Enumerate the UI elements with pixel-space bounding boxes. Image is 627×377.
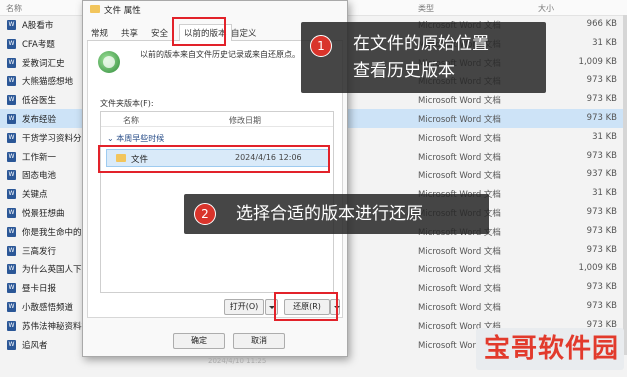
site-watermark: 宝哥软件园 xyxy=(476,328,624,370)
file-name: 固态电池 xyxy=(22,171,57,182)
word-document-icon: W xyxy=(7,301,16,312)
dialog-titlebar[interactable]: 文件 属性 xyxy=(83,1,347,17)
file-type: Microsoft Word 文档 xyxy=(418,284,501,295)
file-size: 1,009 KB xyxy=(578,263,617,274)
word-document-icon: W xyxy=(7,320,16,331)
file-name: A股看市 xyxy=(22,21,54,31)
file-name: 追风者 xyxy=(22,340,48,351)
step-1-line-1: 在文件的原始位置 xyxy=(353,34,489,54)
file-name: 低谷医生 xyxy=(22,96,57,107)
file-size: 973 KB xyxy=(586,75,617,86)
file-size: 973 KB xyxy=(586,300,617,311)
tab-general[interactable]: 常规 xyxy=(91,27,108,39)
file-name: 大熊猫感想地 xyxy=(22,77,74,88)
highlight-previous-versions-tab xyxy=(172,17,226,46)
tab-security[interactable]: 安全 xyxy=(151,27,168,39)
file-type: Microsoft Word 文档 xyxy=(418,114,501,125)
watermark-text: 宝哥软件园 xyxy=(484,334,620,364)
callout-step-1: 1 在文件的原始位置 查看历史版本 xyxy=(301,22,546,93)
word-document-icon: W xyxy=(7,57,16,68)
file-size: 1,009 KB xyxy=(578,56,617,67)
step-1-line-2: 查看历史版本 xyxy=(353,61,455,81)
word-document-icon: W xyxy=(7,226,16,237)
versions-column-name[interactable]: 名称 xyxy=(123,115,139,126)
file-size: 973 KB xyxy=(586,225,617,236)
file-type: Microsoft Word 文档 xyxy=(418,302,501,313)
file-type: Microsoft Word 文档 xyxy=(418,265,501,276)
file-name: 苏伟法神秘资料技 xyxy=(22,321,91,332)
file-name: 三高发行 xyxy=(22,246,57,257)
word-document-icon: W xyxy=(7,38,16,49)
folder-icon xyxy=(90,5,100,13)
word-document-icon: W xyxy=(7,132,16,143)
file-size: 973 KB xyxy=(586,150,617,161)
version-group-label: 本周早些时候 xyxy=(116,134,165,143)
file-name: 小散感悟频道 xyxy=(22,302,74,313)
file-name: 为什么英国人下雨 xyxy=(22,265,91,276)
file-name: 工作新一 xyxy=(22,152,57,163)
file-name: 发布经验 xyxy=(22,114,57,125)
previous-versions-icon xyxy=(98,51,120,73)
file-type: Microsoft Word 文档 xyxy=(418,133,501,144)
file-name: 悦景狂想曲 xyxy=(22,208,65,219)
clipped-date-text: 2024/4/10 11:25 xyxy=(208,357,267,365)
step-2-badge: 2 xyxy=(194,203,216,225)
ok-button[interactable]: 确定 xyxy=(173,333,225,349)
file-size: 31 KB xyxy=(592,131,617,142)
file-name: 爱教词汇史 xyxy=(22,58,65,69)
versions-list-header: 名称 修改日期 xyxy=(101,112,333,127)
file-type: Microsoft Word 文档 xyxy=(418,96,501,107)
file-type: Microsoft Word 文档 xyxy=(418,171,501,182)
file-size: 973 KB xyxy=(586,244,617,255)
word-document-icon: W xyxy=(7,113,16,124)
file-name: CFA考题 xyxy=(22,39,55,50)
step-1-badge: 1 xyxy=(310,35,332,57)
highlight-restore-button xyxy=(274,292,338,321)
column-name[interactable]: 名称 xyxy=(6,3,22,14)
versions-column-modified[interactable]: 修改日期 xyxy=(229,115,261,126)
step-2-text: 选择合适的版本进行还原 xyxy=(236,204,423,224)
file-type: Microsoft Word 文档 xyxy=(418,246,501,257)
explorer-scrollbar[interactable] xyxy=(623,15,627,355)
folder-versions-label: 文件夹版本(F): xyxy=(100,99,154,108)
word-document-icon: W xyxy=(7,283,16,294)
file-size: 966 KB xyxy=(586,19,617,29)
column-type[interactable]: 类型 xyxy=(418,3,434,14)
word-document-icon: W xyxy=(7,339,16,350)
word-document-icon: W xyxy=(7,264,16,275)
collapse-chevron-icon: ⌄ xyxy=(107,134,117,143)
word-document-icon: W xyxy=(7,207,16,218)
word-document-icon: W xyxy=(7,76,16,87)
word-document-icon: W xyxy=(7,170,16,181)
file-name: 昼卡日报 xyxy=(22,284,57,295)
file-name: 干货学习资料分享 xyxy=(22,133,91,144)
file-type: Microsoft Word 文档 xyxy=(418,152,501,163)
file-size: 31 KB xyxy=(592,188,617,199)
dialog-footer: 确定 取消 xyxy=(83,321,347,356)
word-document-icon: W xyxy=(7,151,16,162)
file-size: 937 KB xyxy=(586,169,617,180)
tab-sharing[interactable]: 共享 xyxy=(121,27,138,39)
column-size[interactable]: 大小 xyxy=(538,3,554,14)
word-document-icon: W xyxy=(7,189,16,200)
open-button[interactable]: 打开(O) xyxy=(224,299,264,315)
dialog-title: 文件 属性 xyxy=(104,6,141,16)
file-size: 31 KB xyxy=(592,37,617,48)
highlight-version-row xyxy=(98,145,330,173)
file-size: 973 KB xyxy=(586,112,617,123)
version-group-header[interactable]: ⌄ 本周早些时候 xyxy=(107,133,164,144)
word-document-icon: W xyxy=(7,95,16,106)
callout-step-2: 2 选择合适的版本进行还原 xyxy=(184,194,489,234)
word-document-icon: W xyxy=(7,20,16,30)
file-size: 973 KB xyxy=(586,206,617,217)
file-name: 关键点 xyxy=(22,190,48,201)
file-size: 973 KB xyxy=(586,94,617,105)
tab-customize[interactable]: 自定义 xyxy=(231,27,257,39)
file-size: 973 KB xyxy=(586,282,617,293)
word-document-icon: W xyxy=(7,245,16,256)
cancel-button[interactable]: 取消 xyxy=(233,333,285,349)
